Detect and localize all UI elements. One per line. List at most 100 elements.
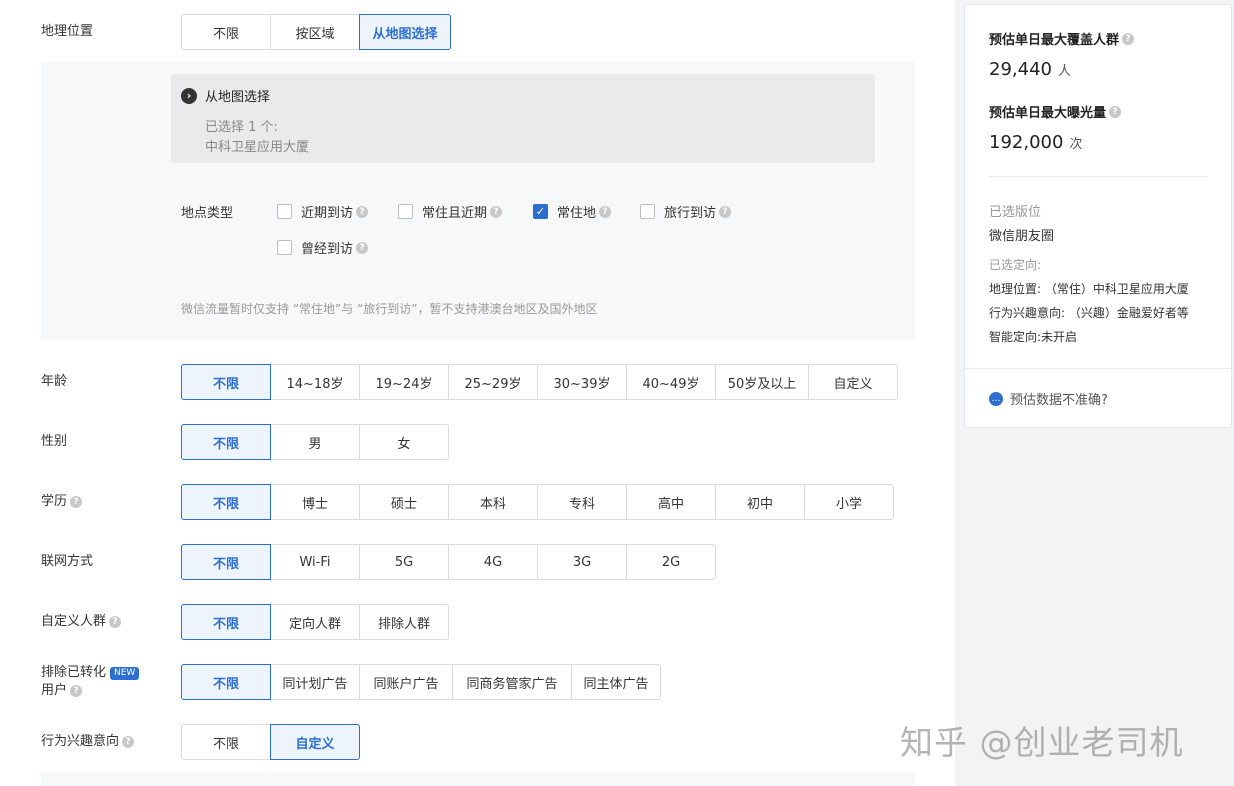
age-option[interactable]: 40~49岁	[626, 364, 716, 400]
network-option[interactable]: 4G	[448, 544, 538, 580]
custom-audience-row: 自定义人群 ? 不限 定向人群 排除人群	[0, 604, 955, 640]
loc-type-resident-recent[interactable]: 常住且近期 ?	[398, 202, 503, 221]
help-text: 预估数据不准确?	[1010, 393, 1108, 408]
help-icon[interactable]: ?	[490, 205, 503, 218]
custom-audience-option[interactable]: 定向人群	[270, 604, 360, 640]
help-icon[interactable]: ?	[70, 496, 83, 508]
network-option[interactable]: 2G	[626, 544, 716, 580]
age-option[interactable]: 不限	[181, 364, 271, 400]
exposure-label: 预估单日最大曝光量 ?	[989, 102, 1122, 121]
age-row: 年龄 不限 14~18岁 19~24岁 25~29岁 30~39岁 40~49岁…	[0, 364, 955, 400]
network-row: 联网方式 不限 Wi-Fi 5G 4G 3G 2G	[0, 544, 955, 580]
map-selection-box: › 从地图选择 已选择 1 个: 中科卫星应用大厦	[171, 74, 875, 163]
education-option[interactable]: 专科	[537, 484, 627, 520]
interest-row: 行为兴趣意向 ? 不限 自定义	[0, 724, 955, 760]
interest-option-custom[interactable]: 自定义	[270, 724, 360, 760]
exclude-option[interactable]: 同账户广告	[359, 664, 453, 700]
exclude-option[interactable]: 不限	[181, 664, 271, 700]
education-option[interactable]: 初中	[715, 484, 805, 520]
exclude-option[interactable]: 同主体广告	[571, 664, 661, 700]
exposure-unit: 次	[1069, 137, 1083, 152]
help-icon[interactable]: ?	[1109, 105, 1122, 118]
targeting-geo: 地理位置: （常住）中科卫星应用大厦	[989, 282, 1189, 296]
education-options: 不限 博士 硕士 本科 专科 高中 初中 小学	[181, 484, 894, 520]
new-badge: NEW	[110, 666, 140, 680]
help-icon[interactable]: ?	[122, 736, 135, 748]
location-type-label: 地点类型	[181, 206, 234, 221]
chevron-right-icon: ›	[181, 87, 197, 104]
help-icon[interactable]: ?	[70, 685, 83, 697]
targeting-form: 地理位置 不限 按区域 从地图选择 › 从地图选择 已选择 1 个: 中科卫星应…	[0, 0, 955, 786]
interest-option[interactable]: 不限	[181, 724, 271, 760]
checkbox-icon[interactable]	[277, 204, 292, 219]
network-option[interactable]: 不限	[181, 544, 271, 580]
age-option[interactable]: 25~29岁	[448, 364, 538, 400]
network-label: 联网方式	[41, 554, 94, 569]
estimate-help-link[interactable]: … 预估数据不准确?	[989, 389, 1108, 408]
geo-options: 不限 按区域 从地图选择	[181, 14, 451, 50]
exclude-converted-label-text: 排除已转化	[41, 665, 107, 680]
custom-audience-option[interactable]: 不限	[181, 604, 271, 640]
help-icon[interactable]: ?	[599, 205, 612, 218]
exclude-converted-label: 排除已转化 NEW 用户 ?	[41, 664, 140, 700]
exposure-value: 192,000 次	[989, 132, 1082, 153]
education-label: 学历 ?	[41, 494, 83, 510]
estimate-card: 预估单日最大覆盖人群 ? 29,440 人 预估单日最大曝光量 ? 192,00…	[964, 4, 1232, 428]
loc-type-once-visited[interactable]: 曾经到访 ?	[277, 238, 369, 257]
help-icon[interactable]: ?	[356, 241, 369, 254]
education-option[interactable]: 博士	[270, 484, 360, 520]
loc-type-travel-visit[interactable]: 旅行到访 ?	[640, 202, 732, 221]
help-icon[interactable]: ?	[356, 205, 369, 218]
divider	[965, 368, 1231, 369]
gender-option[interactable]: 女	[359, 424, 449, 460]
education-option[interactable]: 高中	[626, 484, 716, 520]
geo-option-by-region[interactable]: 按区域	[270, 14, 360, 50]
education-option[interactable]: 不限	[181, 484, 271, 520]
checkbox-icon[interactable]	[398, 204, 413, 219]
checkbox-icon[interactable]	[277, 240, 292, 255]
age-option[interactable]: 14~18岁	[270, 364, 360, 400]
reach-value: 29,440 人	[989, 59, 1071, 80]
reach-label: 预估单日最大覆盖人群 ?	[989, 29, 1135, 48]
checkbox-checked-icon[interactable]: ✓	[533, 204, 548, 219]
age-option-custom[interactable]: 自定义	[808, 364, 898, 400]
selected-count: 已选择 1 个:	[205, 120, 278, 135]
network-option[interactable]: Wi-Fi	[270, 544, 360, 580]
custom-audience-option[interactable]: 排除人群	[359, 604, 449, 640]
geo-option-from-map[interactable]: 从地图选择	[359, 14, 451, 50]
loc-type-recent-visit[interactable]: 近期到访 ?	[277, 202, 369, 221]
gender-row: 性别 不限 男 女	[0, 424, 955, 460]
geo-option-unlimited[interactable]: 不限	[181, 14, 271, 50]
targeting-interest: 行为兴趣意向: （兴趣）金融爱好者等	[989, 306, 1189, 320]
chat-bubble-icon: …	[989, 391, 1003, 406]
loc-type-resident[interactable]: ✓ 常住地 ?	[533, 202, 612, 221]
map-title-text: 从地图选择	[205, 90, 271, 105]
exclude-option[interactable]: 同商务管家广告	[452, 664, 572, 700]
geo-row: 地理位置 不限 按区域 从地图选择	[0, 14, 955, 50]
help-icon[interactable]: ?	[1122, 32, 1135, 45]
network-option[interactable]: 3G	[537, 544, 627, 580]
education-label-text: 学历	[41, 494, 68, 509]
help-icon[interactable]: ?	[109, 616, 122, 628]
education-option[interactable]: 硕士	[359, 484, 449, 520]
help-icon[interactable]: ?	[719, 205, 732, 218]
network-option[interactable]: 5G	[359, 544, 449, 580]
education-option[interactable]: 本科	[448, 484, 538, 520]
loc-type-label: 近期到访	[301, 206, 354, 221]
interest-options: 不限 自定义	[181, 724, 360, 760]
exclude-option[interactable]: 同计划广告	[270, 664, 360, 700]
age-option[interactable]: 30~39岁	[537, 364, 627, 400]
placement-value: 微信朋友圈	[989, 229, 1055, 244]
age-option[interactable]: 50岁及以上	[715, 364, 809, 400]
age-option[interactable]: 19~24岁	[359, 364, 449, 400]
gender-option[interactable]: 男	[270, 424, 360, 460]
divider	[989, 176, 1208, 177]
targeting-smart: 智能定向:未开启	[989, 330, 1078, 344]
network-options: 不限 Wi-Fi 5G 4G 3G 2G	[181, 544, 716, 580]
map-selection-title[interactable]: › 从地图选择	[181, 86, 270, 105]
checkbox-icon[interactable]	[640, 204, 655, 219]
gender-option[interactable]: 不限	[181, 424, 271, 460]
gender-label: 性别	[41, 434, 68, 449]
education-option[interactable]: 小学	[804, 484, 894, 520]
age-options: 不限 14~18岁 19~24岁 25~29岁 30~39岁 40~49岁 50…	[181, 364, 898, 400]
